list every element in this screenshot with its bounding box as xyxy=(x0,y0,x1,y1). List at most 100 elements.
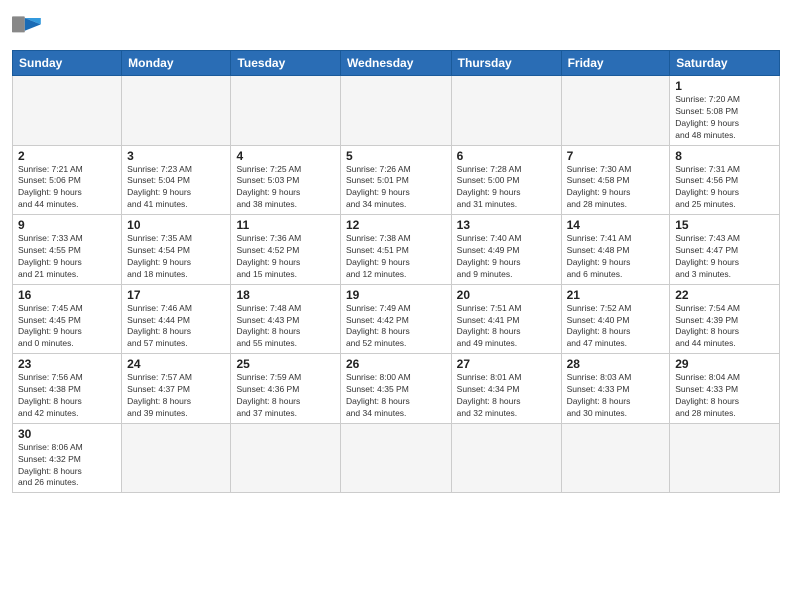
week-row-3: 16Sunrise: 7:45 AM Sunset: 4:45 PM Dayli… xyxy=(13,284,780,354)
day-cell xyxy=(451,76,561,146)
weekday-tuesday: Tuesday xyxy=(231,51,340,76)
day-number: 10 xyxy=(127,218,225,232)
day-info: Sunrise: 7:59 AM Sunset: 4:36 PM Dayligh… xyxy=(236,372,334,420)
day-number: 25 xyxy=(236,357,334,371)
day-cell: 1Sunrise: 7:20 AM Sunset: 5:08 PM Daylig… xyxy=(670,76,780,146)
day-cell: 8Sunrise: 7:31 AM Sunset: 4:56 PM Daylig… xyxy=(670,145,780,215)
day-cell: 21Sunrise: 7:52 AM Sunset: 4:40 PM Dayli… xyxy=(561,284,670,354)
day-cell xyxy=(451,423,561,493)
day-cell xyxy=(561,76,670,146)
day-number: 27 xyxy=(457,357,556,371)
day-number: 3 xyxy=(127,149,225,163)
day-cell xyxy=(340,423,451,493)
day-number: 30 xyxy=(18,427,116,441)
day-cell xyxy=(122,76,231,146)
day-cell: 2Sunrise: 7:21 AM Sunset: 5:06 PM Daylig… xyxy=(13,145,122,215)
day-cell: 9Sunrise: 7:33 AM Sunset: 4:55 PM Daylig… xyxy=(13,215,122,285)
day-info: Sunrise: 7:48 AM Sunset: 4:43 PM Dayligh… xyxy=(236,303,334,351)
day-cell: 28Sunrise: 8:03 AM Sunset: 4:33 PM Dayli… xyxy=(561,354,670,424)
day-info: Sunrise: 7:31 AM Sunset: 4:56 PM Dayligh… xyxy=(675,164,774,212)
week-row-0: 1Sunrise: 7:20 AM Sunset: 5:08 PM Daylig… xyxy=(13,76,780,146)
day-number: 12 xyxy=(346,218,446,232)
day-cell: 3Sunrise: 7:23 AM Sunset: 5:04 PM Daylig… xyxy=(122,145,231,215)
logo xyxy=(12,10,48,42)
day-cell xyxy=(122,423,231,493)
day-info: Sunrise: 7:52 AM Sunset: 4:40 PM Dayligh… xyxy=(567,303,665,351)
day-number: 24 xyxy=(127,357,225,371)
day-number: 13 xyxy=(457,218,556,232)
day-cell: 29Sunrise: 8:04 AM Sunset: 4:33 PM Dayli… xyxy=(670,354,780,424)
header xyxy=(12,10,780,42)
calendar-table: SundayMondayTuesdayWednesdayThursdayFrid… xyxy=(12,50,780,493)
day-cell: 25Sunrise: 7:59 AM Sunset: 4:36 PM Dayli… xyxy=(231,354,340,424)
day-info: Sunrise: 8:00 AM Sunset: 4:35 PM Dayligh… xyxy=(346,372,446,420)
day-cell: 12Sunrise: 7:38 AM Sunset: 4:51 PM Dayli… xyxy=(340,215,451,285)
day-number: 6 xyxy=(457,149,556,163)
day-info: Sunrise: 7:51 AM Sunset: 4:41 PM Dayligh… xyxy=(457,303,556,351)
day-number: 18 xyxy=(236,288,334,302)
day-cell: 14Sunrise: 7:41 AM Sunset: 4:48 PM Dayli… xyxy=(561,215,670,285)
day-info: Sunrise: 7:56 AM Sunset: 4:38 PM Dayligh… xyxy=(18,372,116,420)
day-cell: 16Sunrise: 7:45 AM Sunset: 4:45 PM Dayli… xyxy=(13,284,122,354)
day-number: 9 xyxy=(18,218,116,232)
day-cell: 20Sunrise: 7:51 AM Sunset: 4:41 PM Dayli… xyxy=(451,284,561,354)
day-info: Sunrise: 7:38 AM Sunset: 4:51 PM Dayligh… xyxy=(346,233,446,281)
day-cell xyxy=(231,423,340,493)
day-cell: 7Sunrise: 7:30 AM Sunset: 4:58 PM Daylig… xyxy=(561,145,670,215)
day-info: Sunrise: 7:30 AM Sunset: 4:58 PM Dayligh… xyxy=(567,164,665,212)
day-info: Sunrise: 8:03 AM Sunset: 4:33 PM Dayligh… xyxy=(567,372,665,420)
day-cell: 11Sunrise: 7:36 AM Sunset: 4:52 PM Dayli… xyxy=(231,215,340,285)
day-info: Sunrise: 7:43 AM Sunset: 4:47 PM Dayligh… xyxy=(675,233,774,281)
day-number: 22 xyxy=(675,288,774,302)
day-number: 26 xyxy=(346,357,446,371)
day-number: 17 xyxy=(127,288,225,302)
day-info: Sunrise: 7:41 AM Sunset: 4:48 PM Dayligh… xyxy=(567,233,665,281)
logo-icon xyxy=(12,10,44,42)
day-number: 21 xyxy=(567,288,665,302)
day-cell xyxy=(13,76,122,146)
day-number: 4 xyxy=(236,149,334,163)
day-number: 15 xyxy=(675,218,774,232)
day-number: 11 xyxy=(236,218,334,232)
day-cell: 5Sunrise: 7:26 AM Sunset: 5:01 PM Daylig… xyxy=(340,145,451,215)
weekday-saturday: Saturday xyxy=(670,51,780,76)
day-number: 19 xyxy=(346,288,446,302)
day-cell: 24Sunrise: 7:57 AM Sunset: 4:37 PM Dayli… xyxy=(122,354,231,424)
day-info: Sunrise: 7:25 AM Sunset: 5:03 PM Dayligh… xyxy=(236,164,334,212)
weekday-wednesday: Wednesday xyxy=(340,51,451,76)
day-info: Sunrise: 7:54 AM Sunset: 4:39 PM Dayligh… xyxy=(675,303,774,351)
week-row-1: 2Sunrise: 7:21 AM Sunset: 5:06 PM Daylig… xyxy=(13,145,780,215)
day-cell: 18Sunrise: 7:48 AM Sunset: 4:43 PM Dayli… xyxy=(231,284,340,354)
weekday-monday: Monday xyxy=(122,51,231,76)
day-info: Sunrise: 7:36 AM Sunset: 4:52 PM Dayligh… xyxy=(236,233,334,281)
day-cell: 26Sunrise: 8:00 AM Sunset: 4:35 PM Dayli… xyxy=(340,354,451,424)
day-cell: 13Sunrise: 7:40 AM Sunset: 4:49 PM Dayli… xyxy=(451,215,561,285)
weekday-friday: Friday xyxy=(561,51,670,76)
day-info: Sunrise: 7:57 AM Sunset: 4:37 PM Dayligh… xyxy=(127,372,225,420)
day-cell xyxy=(231,76,340,146)
day-cell: 17Sunrise: 7:46 AM Sunset: 4:44 PM Dayli… xyxy=(122,284,231,354)
day-info: Sunrise: 7:45 AM Sunset: 4:45 PM Dayligh… xyxy=(18,303,116,351)
day-cell: 27Sunrise: 8:01 AM Sunset: 4:34 PM Dayli… xyxy=(451,354,561,424)
day-cell xyxy=(670,423,780,493)
day-info: Sunrise: 7:33 AM Sunset: 4:55 PM Dayligh… xyxy=(18,233,116,281)
day-cell: 10Sunrise: 7:35 AM Sunset: 4:54 PM Dayli… xyxy=(122,215,231,285)
day-number: 14 xyxy=(567,218,665,232)
day-number: 28 xyxy=(567,357,665,371)
day-info: Sunrise: 7:23 AM Sunset: 5:04 PM Dayligh… xyxy=(127,164,225,212)
weekday-thursday: Thursday xyxy=(451,51,561,76)
day-info: Sunrise: 7:26 AM Sunset: 5:01 PM Dayligh… xyxy=(346,164,446,212)
week-row-2: 9Sunrise: 7:33 AM Sunset: 4:55 PM Daylig… xyxy=(13,215,780,285)
day-number: 23 xyxy=(18,357,116,371)
day-cell: 30Sunrise: 8:06 AM Sunset: 4:32 PM Dayli… xyxy=(13,423,122,493)
day-number: 29 xyxy=(675,357,774,371)
page: SundayMondayTuesdayWednesdayThursdayFrid… xyxy=(0,0,792,612)
day-number: 7 xyxy=(567,149,665,163)
day-info: Sunrise: 8:01 AM Sunset: 4:34 PM Dayligh… xyxy=(457,372,556,420)
day-info: Sunrise: 7:20 AM Sunset: 5:08 PM Dayligh… xyxy=(675,94,774,142)
day-cell: 4Sunrise: 7:25 AM Sunset: 5:03 PM Daylig… xyxy=(231,145,340,215)
day-info: Sunrise: 7:35 AM Sunset: 4:54 PM Dayligh… xyxy=(127,233,225,281)
day-info: Sunrise: 7:21 AM Sunset: 5:06 PM Dayligh… xyxy=(18,164,116,212)
day-number: 1 xyxy=(675,79,774,93)
day-info: Sunrise: 7:46 AM Sunset: 4:44 PM Dayligh… xyxy=(127,303,225,351)
